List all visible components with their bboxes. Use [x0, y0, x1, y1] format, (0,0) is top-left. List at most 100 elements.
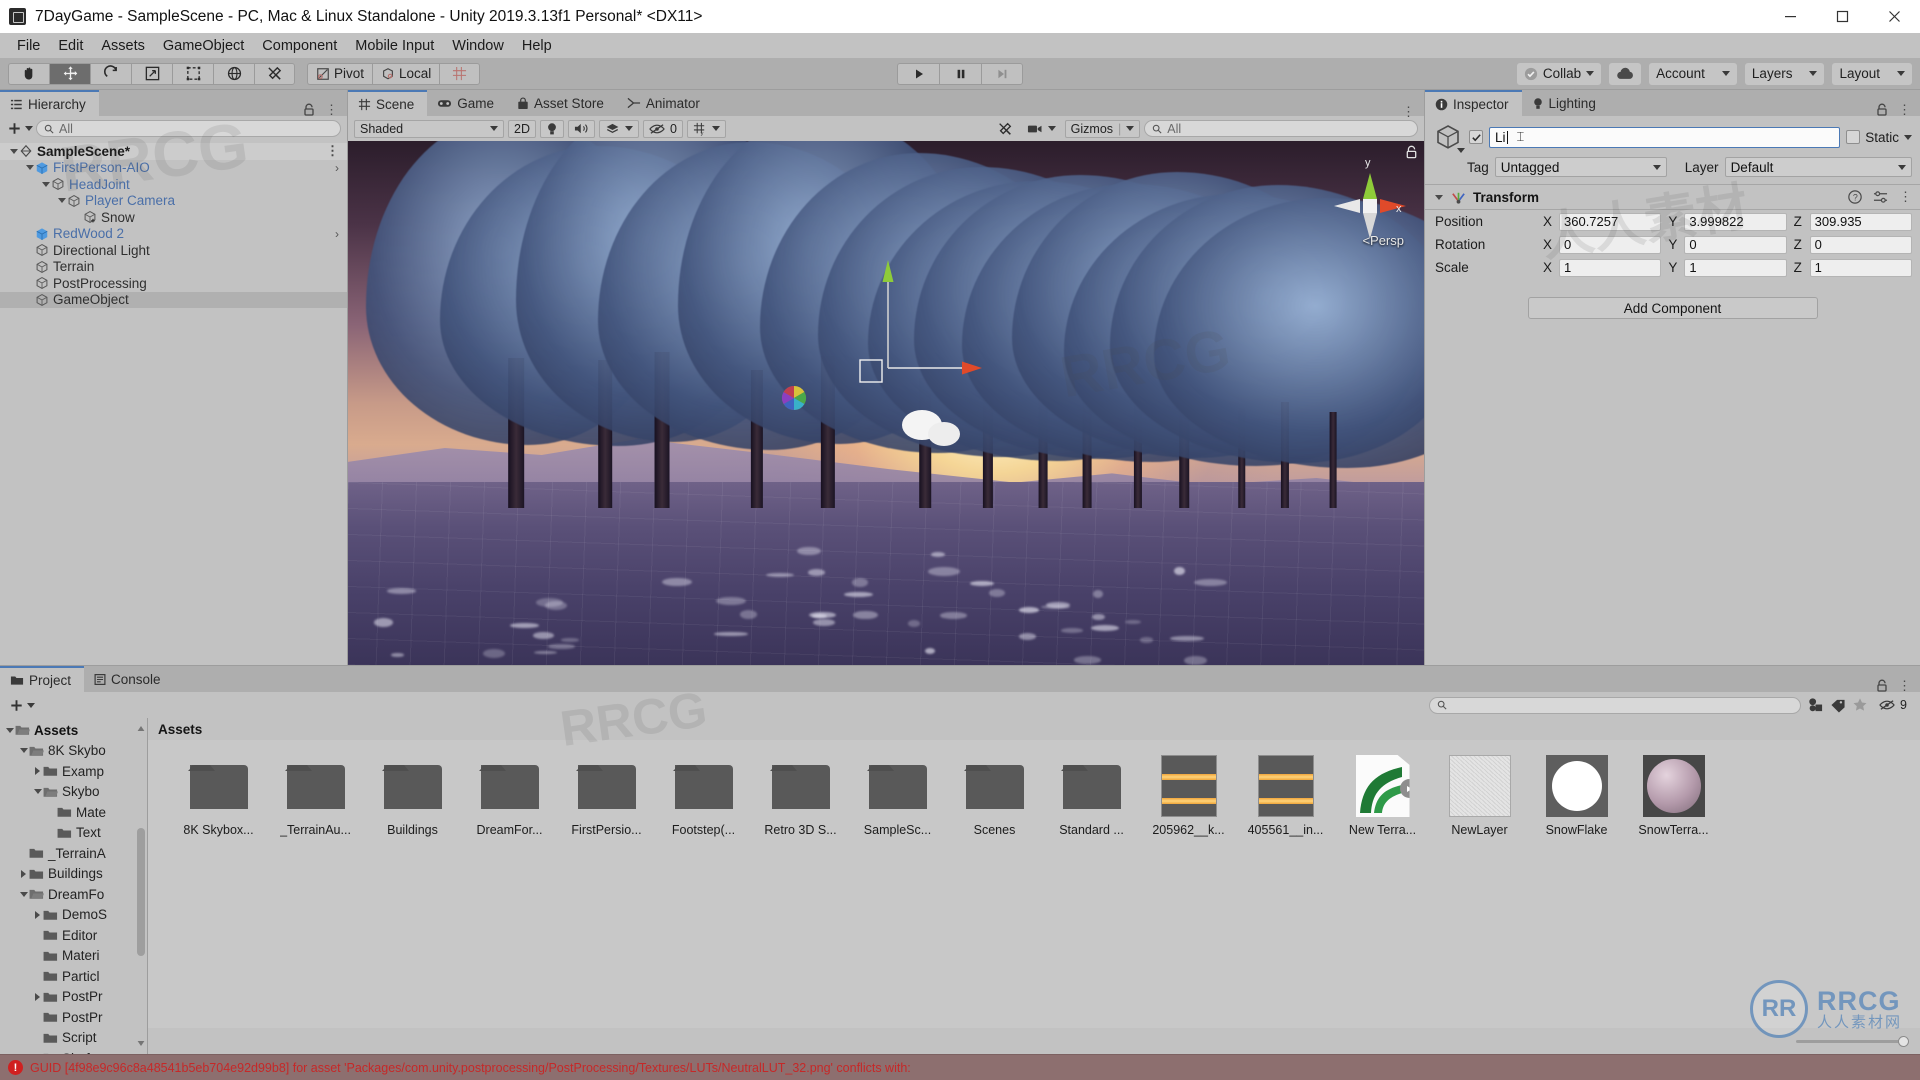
hierarchy-item-directional-light[interactable]: Directional Light: [0, 242, 347, 259]
scene-effects-dropdown[interactable]: [599, 120, 639, 138]
asset-item[interactable]: NewLayer: [1431, 754, 1528, 837]
hierarchy-item-firstperson-aio[interactable]: FirstPerson-AIO ›: [0, 160, 347, 177]
slider-knob[interactable]: [1898, 1036, 1909, 1047]
scene-grid-visibility-dropdown[interactable]: y: [687, 120, 726, 138]
pivot-toggle-button[interactable]: Pivot: [307, 63, 372, 85]
scene-lighting-toggle[interactable]: [540, 120, 564, 138]
project-tree-item-buildings[interactable]: Buildings: [0, 864, 147, 885]
favorite-icon[interactable]: [1852, 697, 1868, 713]
project-tree-item-terraina[interactable]: _TerrainA: [0, 843, 147, 864]
inspector-menu-icon[interactable]: ⋮: [1898, 106, 1911, 114]
scale-tool-button[interactable]: [131, 63, 172, 85]
hierarchy-search-input[interactable]: All: [36, 120, 341, 137]
asset-thumbnail[interactable]: [865, 754, 931, 818]
tab-inspector[interactable]: Inspector: [1425, 90, 1522, 116]
project-tree-item-skybo[interactable]: Skybo: [0, 782, 147, 803]
position-z-input[interactable]: 309.935: [1810, 213, 1912, 231]
tab-hierarchy[interactable]: Hierarchy: [0, 90, 99, 116]
asset-thumbnail[interactable]: [1447, 754, 1513, 818]
project-menu-icon[interactable]: ⋮: [1898, 682, 1911, 690]
project-tree-item-dreamfo[interactable]: DreamFo: [0, 884, 147, 905]
asset-item[interactable]: _TerrainAu...: [267, 754, 364, 837]
position-x-input[interactable]: 360.7257: [1559, 213, 1661, 231]
label-filter-icon[interactable]: [1830, 698, 1846, 713]
asset-item[interactable]: 405561__in...: [1237, 754, 1334, 837]
menu-mobile-input[interactable]: Mobile Input: [346, 36, 443, 56]
project-tree-item-editor[interactable]: Editor: [0, 925, 147, 946]
transform-move-gizmo[interactable]: [858, 246, 1018, 426]
tab-scene[interactable]: Scene: [348, 90, 427, 116]
collapse-arrow-icon[interactable]: [32, 766, 43, 777]
expand-arrow-icon[interactable]: [4, 725, 15, 736]
help-icon[interactable]: ?: [1848, 190, 1862, 204]
chevron-down-icon[interactable]: [1904, 135, 1912, 140]
hierarchy-item-player-camera[interactable]: Player Camera: [0, 193, 347, 210]
account-button[interactable]: Account: [1649, 63, 1737, 85]
project-tree-item-demos[interactable]: DemoS: [0, 905, 147, 926]
cloud-button[interactable]: [1609, 63, 1641, 85]
menu-gameobject[interactable]: GameObject: [154, 36, 253, 56]
asset-thumbnail[interactable]: [380, 754, 446, 818]
menu-assets[interactable]: Assets: [92, 36, 154, 56]
scene-context-menu-icon[interactable]: ⋮: [326, 147, 339, 155]
project-tree-item-examp[interactable]: Examp: [0, 761, 147, 782]
project-tree-item-assets[interactable]: Assets: [0, 720, 147, 741]
tab-game[interactable]: Game: [427, 90, 507, 116]
preset-icon[interactable]: [1873, 190, 1888, 204]
project-tree-scrollbar[interactable]: [136, 742, 146, 1030]
breadcrumb[interactable]: Assets: [148, 718, 1920, 740]
custom-tool-button[interactable]: [254, 63, 295, 85]
scene-menu-icon[interactable]: ⋮: [1402, 108, 1415, 116]
expand-arrow-icon[interactable]: [56, 195, 67, 206]
expand-arrow-icon[interactable]: [8, 146, 19, 157]
project-search-input[interactable]: [1429, 697, 1801, 714]
asset-item[interactable]: 205962__k...: [1140, 754, 1237, 837]
hierarchy-item-terrain[interactable]: Terrain: [0, 259, 347, 276]
hierarchy-item-gameobject[interactable]: GameObject: [0, 292, 347, 309]
scene-camera-dropdown[interactable]: [1022, 120, 1061, 138]
project-hidden-toggle[interactable]: 9: [1874, 696, 1912, 714]
draw-mode-dropdown[interactable]: Shaded: [354, 120, 504, 138]
asset-item[interactable]: SampleSc...: [849, 754, 946, 837]
tab-project[interactable]: Project: [0, 666, 84, 692]
project-tree-item-text[interactable]: Text: [0, 823, 147, 844]
scale-y-input[interactable]: 1: [1684, 259, 1786, 277]
position-y-input[interactable]: 3.999822: [1684, 213, 1786, 231]
lock-icon[interactable]: [303, 103, 315, 116]
asset-item[interactable]: Buildings: [364, 754, 461, 837]
asset-thumbnail[interactable]: [1059, 754, 1125, 818]
expand-arrow-icon[interactable]: [18, 889, 29, 900]
tab-lighting[interactable]: Lighting: [1522, 90, 1609, 116]
asset-item[interactable]: DreamFor...: [461, 754, 558, 837]
scene-color-wheel-gizmo[interactable]: [780, 384, 808, 412]
transform-component-header[interactable]: Transform ? ⋮: [1425, 184, 1920, 210]
pause-button[interactable]: [939, 63, 981, 85]
project-tree-item-mate[interactable]: Mate: [0, 802, 147, 823]
asset-item[interactable]: SnowFlake: [1528, 754, 1625, 837]
static-checkbox[interactable]: [1846, 130, 1860, 144]
project-tree-item-shaft[interactable]: Shaft: [0, 1048, 147, 1054]
chevron-down-icon[interactable]: [1457, 148, 1465, 153]
object-filter-icon[interactable]: [1807, 697, 1824, 713]
status-bar[interactable]: ! GUID [4f98e9c96c8a48541b5eb704e92d99b8…: [0, 1054, 1920, 1080]
lock-icon[interactable]: [1876, 679, 1888, 692]
scrollbar-thumb[interactable]: [137, 828, 145, 956]
asset-item[interactable]: New Terra...: [1334, 754, 1431, 837]
project-tree-item-8k-skybo[interactable]: 8K Skybo: [0, 741, 147, 762]
object-name-input[interactable]: Li ⌶: [1489, 127, 1840, 148]
asset-item[interactable]: Footstep(...: [655, 754, 752, 837]
scroll-down-arrow-icon[interactable]: [136, 1038, 146, 1048]
prefab-open-chevron-icon[interactable]: ›: [335, 161, 339, 175]
project-folder-tree[interactable]: Assets 8K Skybo Examp Skybo Mate Text _Terrain…: [0, 718, 148, 1054]
expand-arrow-icon[interactable]: [32, 786, 43, 797]
asset-item[interactable]: 8K Skybox...: [170, 754, 267, 837]
menu-edit[interactable]: Edit: [49, 36, 92, 56]
asset-thumbnail[interactable]: [186, 754, 252, 818]
rotate-tool-button[interactable]: [90, 63, 131, 85]
collapse-arrow-icon[interactable]: [18, 868, 29, 879]
layer-dropdown[interactable]: Default: [1725, 157, 1912, 177]
grid-snap-button[interactable]: [439, 63, 480, 85]
local-toggle-button[interactable]: Local: [372, 63, 439, 85]
gizmos-dropdown[interactable]: Gizmos |: [1065, 120, 1141, 138]
object-enabled-checkbox[interactable]: [1469, 130, 1483, 144]
